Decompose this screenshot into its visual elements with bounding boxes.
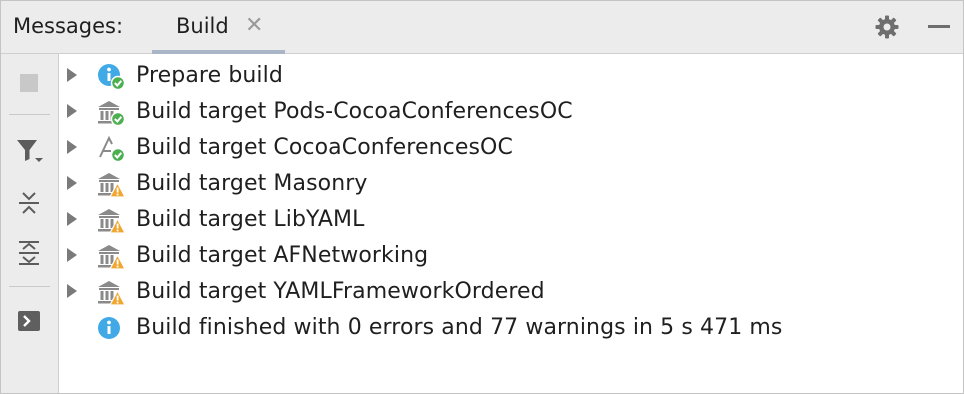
tree-row-label: Build target LibYAML (136, 207, 365, 232)
minimize-icon[interactable] (926, 14, 952, 40)
left-toolbar (1, 54, 59, 393)
tree-row-label: Build target Masonry (136, 171, 368, 196)
expand-arrow-icon[interactable] (65, 67, 79, 83)
expand-arrow-icon[interactable] (65, 139, 79, 155)
tree-row-label: Prepare build (136, 63, 283, 88)
tree-row[interactable]: Build target AFNetworking (59, 238, 959, 274)
collapse-all-icon[interactable] (15, 189, 43, 217)
gear-icon[interactable] (874, 14, 900, 40)
library-warning-icon (97, 171, 127, 199)
tab-build[interactable]: Build ✕ (152, 1, 285, 54)
tree-row[interactable]: Build target CocoaConferencesOC (59, 130, 959, 166)
stop-icon[interactable] (15, 69, 43, 97)
build-messages-panel: Messages: Build ✕ Prepare build Build ta… (0, 0, 964, 394)
expand-arrow-icon[interactable] (65, 103, 79, 119)
info-icon (97, 315, 127, 343)
tab-build-label: Build (176, 14, 229, 38)
toolbar-separator (9, 286, 50, 287)
expand-arrow-icon[interactable] (65, 247, 79, 263)
tree-row-label: Build target AFNetworking (136, 243, 429, 268)
expand-arrow-icon[interactable] (65, 283, 79, 299)
terminal-icon[interactable] (15, 307, 43, 335)
build-tree: Prepare build Build target Pods-CocoaCon (59, 54, 963, 393)
library-warning-icon (97, 279, 127, 307)
tree-row[interactable]: Build target Pods-CocoaConferencesOC (59, 94, 959, 130)
expand-arrow-icon[interactable] (65, 211, 79, 227)
tree-row-label: Build target YAMLFrameworkOrdered (136, 279, 545, 304)
tree-row[interactable]: Build target YAMLFrameworkOrdered (59, 274, 959, 310)
library-success-icon (97, 99, 127, 127)
close-icon[interactable]: ✕ (245, 12, 263, 40)
library-warning-icon (97, 207, 127, 235)
panel-header: Messages: Build ✕ (1, 1, 963, 54)
info-success-icon (97, 63, 127, 91)
panel-title: Messages: (13, 14, 124, 38)
tree-row[interactable]: Prepare build (59, 58, 959, 94)
app-success-icon (97, 135, 127, 163)
tree-row[interactable]: Build target Masonry (59, 166, 959, 202)
toolbar-separator (9, 114, 50, 115)
expand-all-icon[interactable] (15, 239, 43, 267)
tree-row[interactable]: Build finished with 0 errors and 77 warn… (59, 310, 959, 346)
library-warning-icon (97, 243, 127, 271)
tree-row[interactable]: Build target LibYAML (59, 202, 959, 238)
filter-icon[interactable] (15, 137, 43, 165)
tree-row-label: Build finished with 0 errors and 77 warn… (136, 315, 783, 340)
expand-arrow-icon[interactable] (65, 175, 79, 191)
tree-row-label: Build target Pods-CocoaConferencesOC (136, 99, 573, 124)
tree-row-label: Build target CocoaConferencesOC (136, 135, 513, 160)
